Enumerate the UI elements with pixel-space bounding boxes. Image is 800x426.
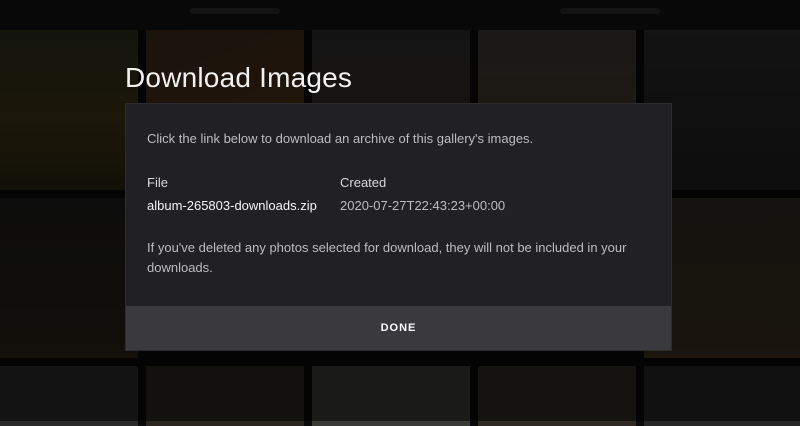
download-dialog: Click the link below to download an arch… <box>125 103 672 351</box>
dialog-title: Download Images <box>125 62 352 94</box>
dialog-intro-text: Click the link below to download an arch… <box>147 131 533 146</box>
created-column-header: Created <box>340 175 386 190</box>
download-file-link[interactable]: album-265803-downloads.zip <box>147 198 317 213</box>
file-column-header: File <box>147 175 168 190</box>
created-timestamp: 2020-07-27T22:43:23+00:00 <box>340 198 505 213</box>
done-button[interactable]: DONE <box>126 306 671 350</box>
deleted-photos-note: If you've deleted any photos selected fo… <box>147 238 647 278</box>
